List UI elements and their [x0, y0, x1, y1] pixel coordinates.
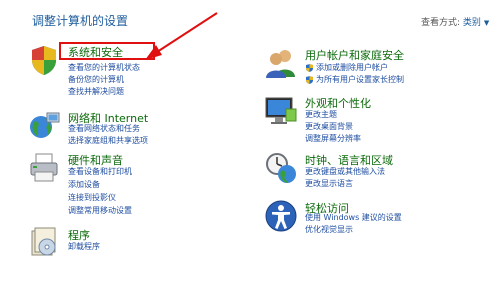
annotation-arrow: [145, 12, 218, 60]
